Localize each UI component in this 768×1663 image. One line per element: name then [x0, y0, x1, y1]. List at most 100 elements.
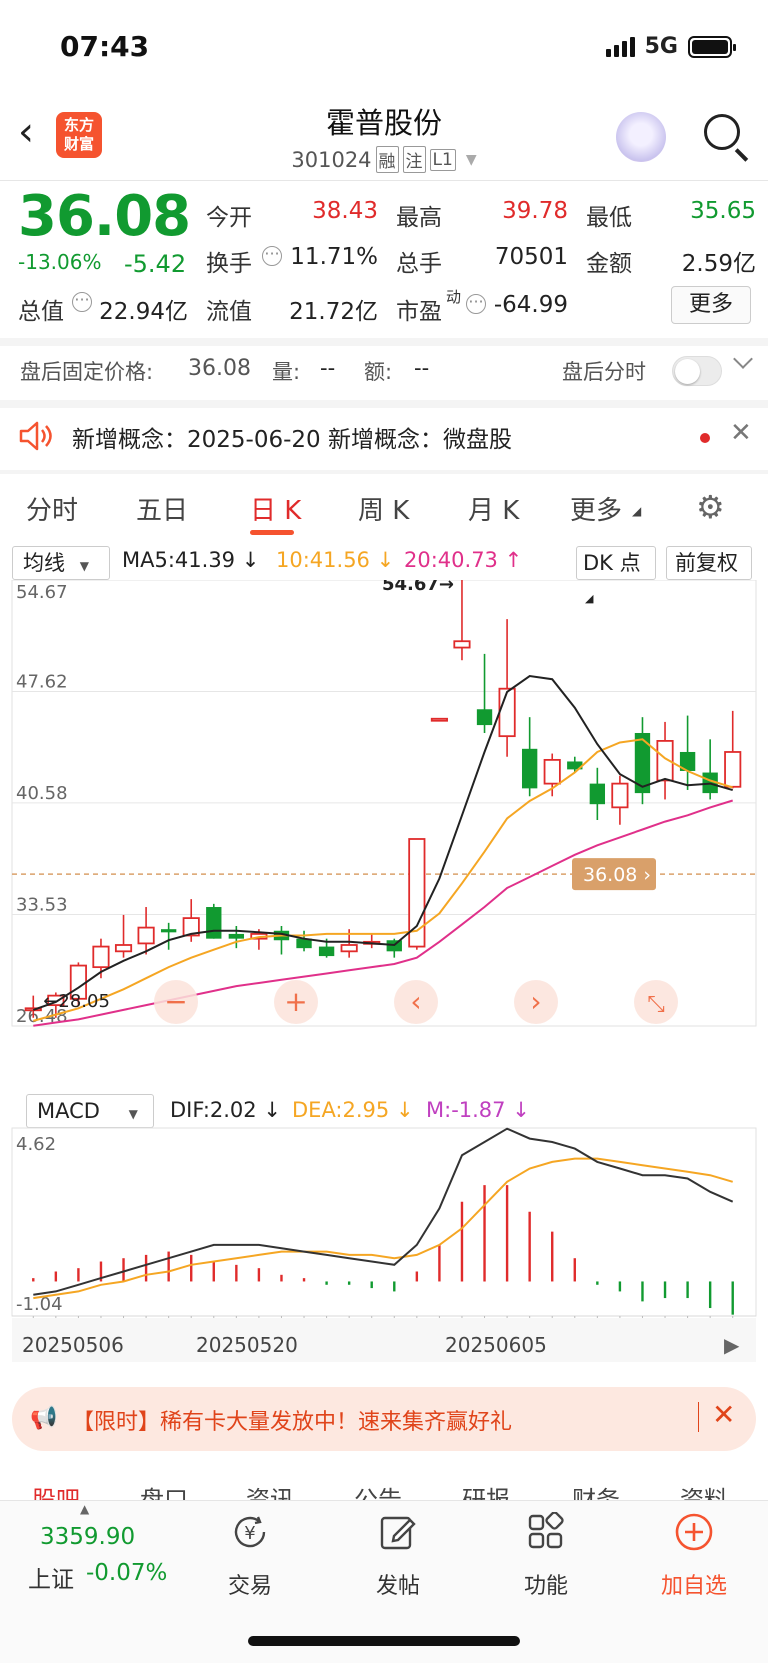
candle-body — [206, 907, 222, 939]
promo-divider — [698, 1402, 699, 1432]
concept-notice[interactable]: 新增概念：2025-06-20 新增概念：微盘股 — [72, 420, 512, 454]
tab-intraday[interactable]: 分时 — [26, 490, 78, 527]
candle-body — [160, 929, 177, 933]
turnover-value: 11.71% — [290, 244, 378, 270]
expand-control-icon: ⤡ — [647, 992, 665, 1017]
volume-label: 总手 — [396, 251, 442, 277]
scroll-right-icon[interactable]: ▶ — [724, 1333, 740, 1357]
ma5-line — [32, 674, 733, 1011]
adjust-button[interactable]: 前复权 — [666, 546, 752, 580]
candle-body — [543, 758, 561, 785]
ma20-line — [33, 799, 733, 1027]
close-icon[interactable]: ✕ — [712, 1398, 735, 1431]
screen: 07:43 5G ‹ 东方 财富 霍普股份 301024 融 注 L1 ▼ 36… — [0, 0, 768, 1663]
tab-five-day[interactable]: 五日 — [136, 490, 188, 527]
svg-text:¥: ¥ — [244, 1523, 255, 1544]
max-price-label: 54.67→ — [382, 580, 454, 595]
after-hours-intraday-label: 盘后分时 — [562, 360, 646, 384]
home-indicator — [248, 1636, 520, 1646]
chevron-down-icon[interactable] — [733, 349, 753, 369]
nav-trade[interactable]: 交易 — [205, 1568, 295, 1600]
nav-functions[interactable]: 功能 — [501, 1568, 591, 1600]
edit-icon[interactable] — [378, 1512, 418, 1552]
status-indicators: 5G — [605, 34, 736, 59]
candle-body — [453, 640, 471, 649]
trade-icon[interactable]: ¥ — [230, 1512, 270, 1552]
nav-post[interactable]: 发帖 — [353, 1568, 443, 1600]
dk-point-button[interactable]: DK 点◢ — [576, 546, 656, 605]
kline-chart[interactable]: 54.6747.6240.5833.5326.4836.08 ›54.67→←2… — [0, 580, 768, 1090]
candle-body — [318, 946, 335, 957]
index-name: 上证 — [28, 1567, 74, 1593]
macd-selector[interactable]: MACD ▼ — [26, 1094, 154, 1128]
index-change: -0.07% — [86, 1560, 168, 1586]
megaphone-icon: 📢 — [30, 1406, 58, 1431]
after-hours-vol: -- — [320, 356, 336, 380]
amount-label: 金额 — [586, 251, 632, 277]
x-tick-label: 20250520 — [196, 1333, 298, 1357]
candle-body — [476, 709, 493, 726]
low-label: 最低 — [586, 205, 632, 231]
candle-body — [137, 926, 155, 945]
indicator-selector[interactable]: 均线 ▼ — [12, 546, 110, 580]
dea-readout: DEA:2.95 ↓ — [292, 1098, 414, 1122]
after-hours-label: 盘后固定价格: — [20, 360, 154, 384]
more-button[interactable]: 更多 — [671, 286, 751, 324]
x-tick-label: 20250506 — [22, 1333, 124, 1357]
index-value[interactable]: 3359.90 — [40, 1524, 135, 1550]
next-control-icon: › — [530, 985, 541, 1018]
macd-y-tick-label: 4.62 — [16, 1134, 56, 1155]
tag-registration: 注 — [402, 146, 426, 173]
ma10-readout: 10:41.56 ↓ — [276, 548, 395, 572]
y-tick-label: 54.67 — [16, 582, 68, 603]
m-readout: M:-1.87 ↓ — [426, 1098, 530, 1122]
nav-add-watchlist[interactable]: 加自选 — [649, 1568, 739, 1600]
change-amount: -5.42 — [124, 250, 187, 278]
apps-icon[interactable] — [526, 1512, 566, 1552]
caret-up-icon: ▲ — [80, 1502, 90, 1516]
tab-weekly-k[interactable]: 周 K — [358, 490, 409, 527]
info-icon[interactable]: ··· — [466, 294, 486, 314]
change-percent: -13.06% — [18, 250, 102, 274]
market-cap-label: 总值 — [18, 299, 64, 325]
ma20-readout: 20:40.73 ↑ — [404, 548, 523, 572]
min-price-label: ←28.05 — [43, 991, 110, 1012]
after-hours-amt-label: 额: — [364, 360, 393, 384]
ma5-readout: MA5:41.39 ↓ — [122, 548, 260, 572]
turnover-label: 换手 — [206, 251, 252, 277]
active-tab-indicator — [250, 530, 294, 535]
after-hours-price: 36.08 — [188, 356, 251, 381]
dropdown-icon: ▼ — [128, 1107, 138, 1121]
add-circle-icon[interactable] — [674, 1512, 714, 1552]
candle-body — [114, 944, 133, 953]
promo-text[interactable]: 【限时】稀有卡大量发放中！速来集齐赢好礼 — [72, 1404, 512, 1436]
tab-more[interactable]: 更多 — [570, 490, 622, 527]
after-hours-vol-label: 量: — [272, 360, 301, 384]
candle-body — [430, 717, 448, 722]
tab-monthly-k[interactable]: 月 K — [468, 490, 519, 527]
macd-frame — [11, 1127, 757, 1317]
gear-icon[interactable]: ⚙ — [696, 488, 725, 526]
tag-margin: 融 — [375, 146, 399, 173]
macd-chart[interactable]: 4.62-1.0420250506 20250520 20250605 ▶ — [0, 1126, 768, 1376]
low-value: 35.65 — [690, 198, 756, 224]
pe-value: -64.99 — [493, 292, 568, 318]
search-icon[interactable] — [704, 114, 740, 150]
y-tick-label: 33.53 — [16, 894, 68, 915]
close-icon[interactable]: ✕ — [730, 418, 752, 448]
assistant-avatar[interactable] — [616, 112, 666, 162]
tab-daily-k[interactable]: 日 K — [250, 490, 301, 527]
float-cap-label: 流值 — [206, 299, 252, 325]
float-cap-value: 21.72亿 — [289, 299, 378, 325]
speaker-icon — [19, 421, 52, 451]
pe-dynamic-mark: 动 — [446, 288, 462, 306]
candle-body — [589, 783, 606, 805]
unread-dot — [700, 433, 710, 443]
network-type: 5G — [644, 34, 678, 59]
info-icon[interactable]: ··· — [72, 292, 92, 312]
pe-label: 市盈 — [396, 299, 442, 325]
y-tick-label: 47.62 — [16, 672, 68, 693]
open-label: 今开 — [206, 205, 252, 231]
info-icon[interactable]: ··· — [262, 246, 282, 266]
after-hours-toggle[interactable] — [672, 356, 722, 386]
